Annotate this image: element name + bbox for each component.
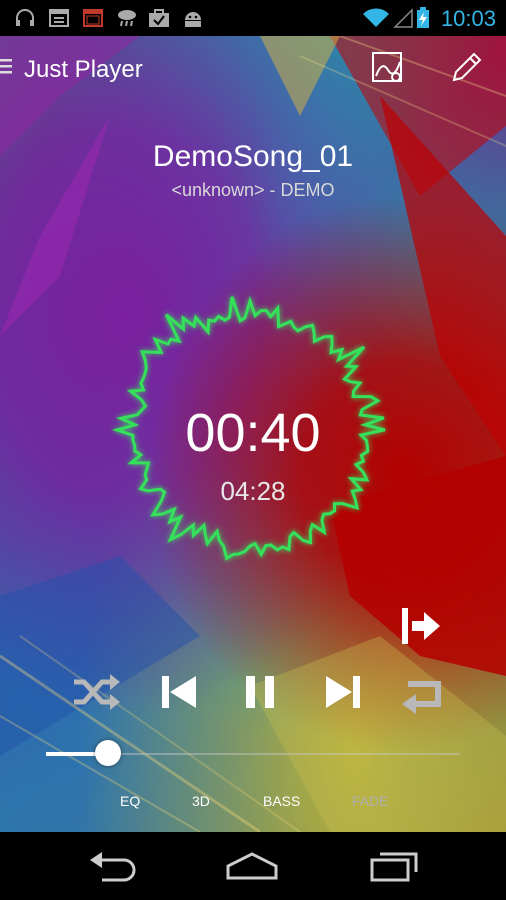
repeat-icon[interactable] (394, 664, 450, 720)
shuffle-icon[interactable] (68, 664, 124, 720)
seek-bar[interactable] (46, 740, 460, 768)
battery-charging-icon (417, 7, 429, 28)
current-time: 00:40 (185, 403, 321, 463)
edit-pencil-icon[interactable] (448, 50, 484, 86)
briefcase-check-icon (149, 9, 169, 27)
pause-icon[interactable] (232, 664, 288, 720)
navigation-bar (0, 832, 506, 900)
total-time: 04:28 (220, 476, 286, 506)
bass-toggle[interactable]: BASS (263, 793, 300, 809)
seek-thumb[interactable] (94, 740, 121, 766)
recent-apps-icon[interactable] (364, 846, 424, 886)
next-icon[interactable] (314, 664, 370, 720)
song-artist-album: <unknown> - DEMO (171, 180, 335, 200)
fade-toggle[interactable]: FADE (352, 793, 389, 809)
3d-toggle[interactable]: 3D (192, 793, 210, 809)
home-icon[interactable] (222, 846, 282, 886)
cloud-rain-icon (118, 10, 136, 27)
clock: 10:03 (440, 6, 496, 31)
eq-toggle[interactable]: EQ (120, 793, 140, 809)
headphones-icon (16, 9, 34, 26)
back-icon[interactable] (82, 846, 142, 886)
previous-icon[interactable] (152, 664, 208, 720)
signal-icon (393, 8, 413, 28)
menu-icon[interactable] (0, 58, 12, 74)
calendar-icon (49, 9, 69, 27)
wifi-icon (363, 8, 389, 27)
app-title[interactable]: Just Player (24, 56, 143, 84)
visualizer-image-icon[interactable] (370, 50, 406, 86)
song-title: DemoSong_01 (152, 140, 354, 173)
calendar-red-icon (83, 9, 103, 27)
queue-next-icon[interactable] (396, 598, 452, 654)
android-icon (185, 12, 201, 27)
status-bar: 10:03 (0, 0, 506, 36)
